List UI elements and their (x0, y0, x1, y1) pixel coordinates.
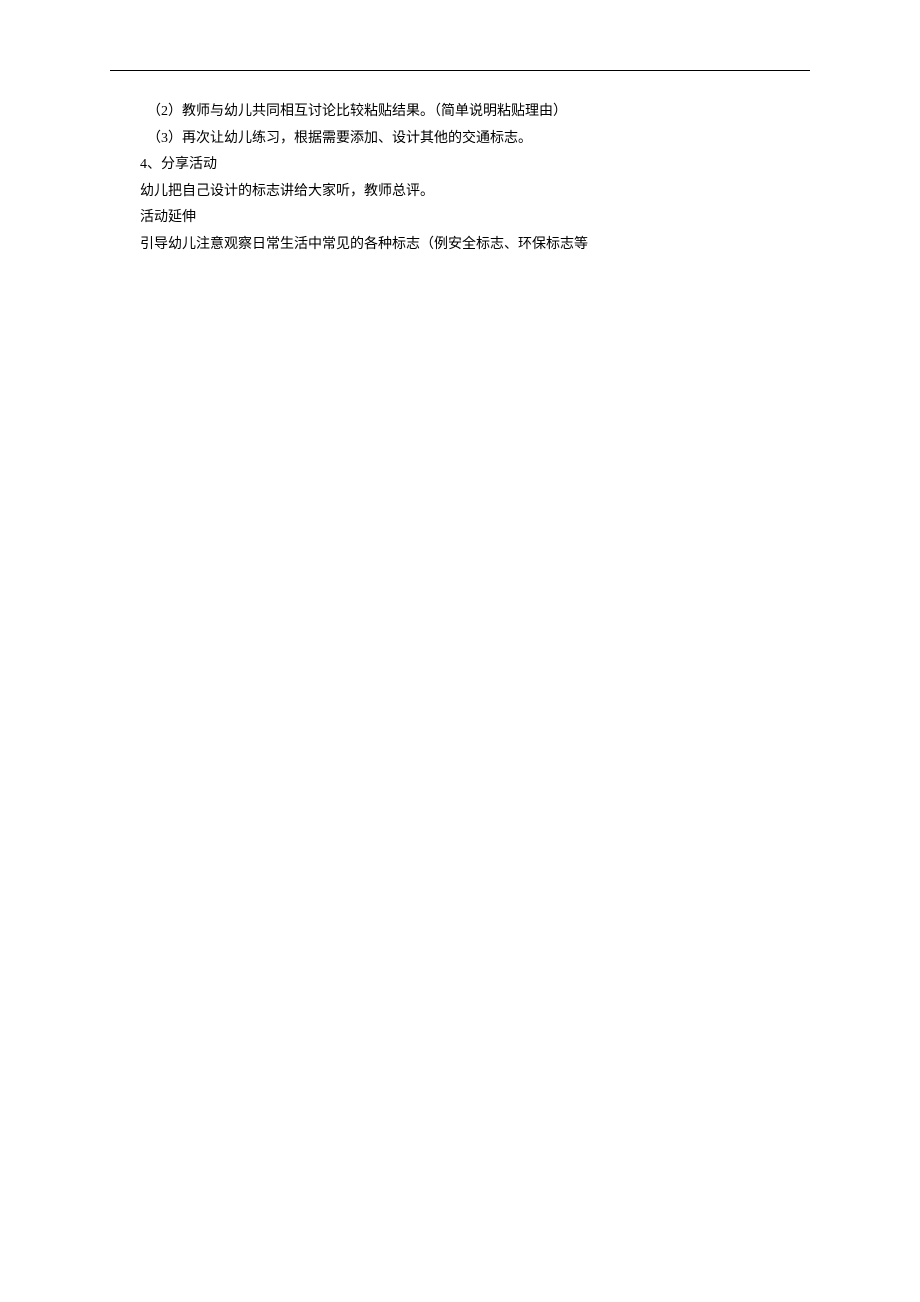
text-line: 引导幼儿注意观察日常生活中常见的各种标志（例安全标志、环保标志等 (140, 232, 810, 259)
horizontal-divider (110, 70, 810, 71)
document-page: （2）教师与幼儿共同相互讨论比较粘贴结果。（简单说明粘贴理由） （3）再次让幼儿… (0, 0, 920, 259)
text-line: （2）教师与幼儿共同相互讨论比较粘贴结果。（简单说明粘贴理由） (140, 99, 810, 126)
text-line: （3）再次让幼儿练习，根据需要添加、设计其他的交通标志。 (140, 126, 810, 153)
text-line: 活动延伸 (140, 205, 810, 232)
document-content: （2）教师与幼儿共同相互讨论比较粘贴结果。（简单说明粘贴理由） （3）再次让幼儿… (110, 99, 810, 259)
text-line: 4、分享活动 (140, 152, 810, 179)
text-line: 幼儿把自己设计的标志讲给大家听，教师总评。 (140, 179, 810, 206)
